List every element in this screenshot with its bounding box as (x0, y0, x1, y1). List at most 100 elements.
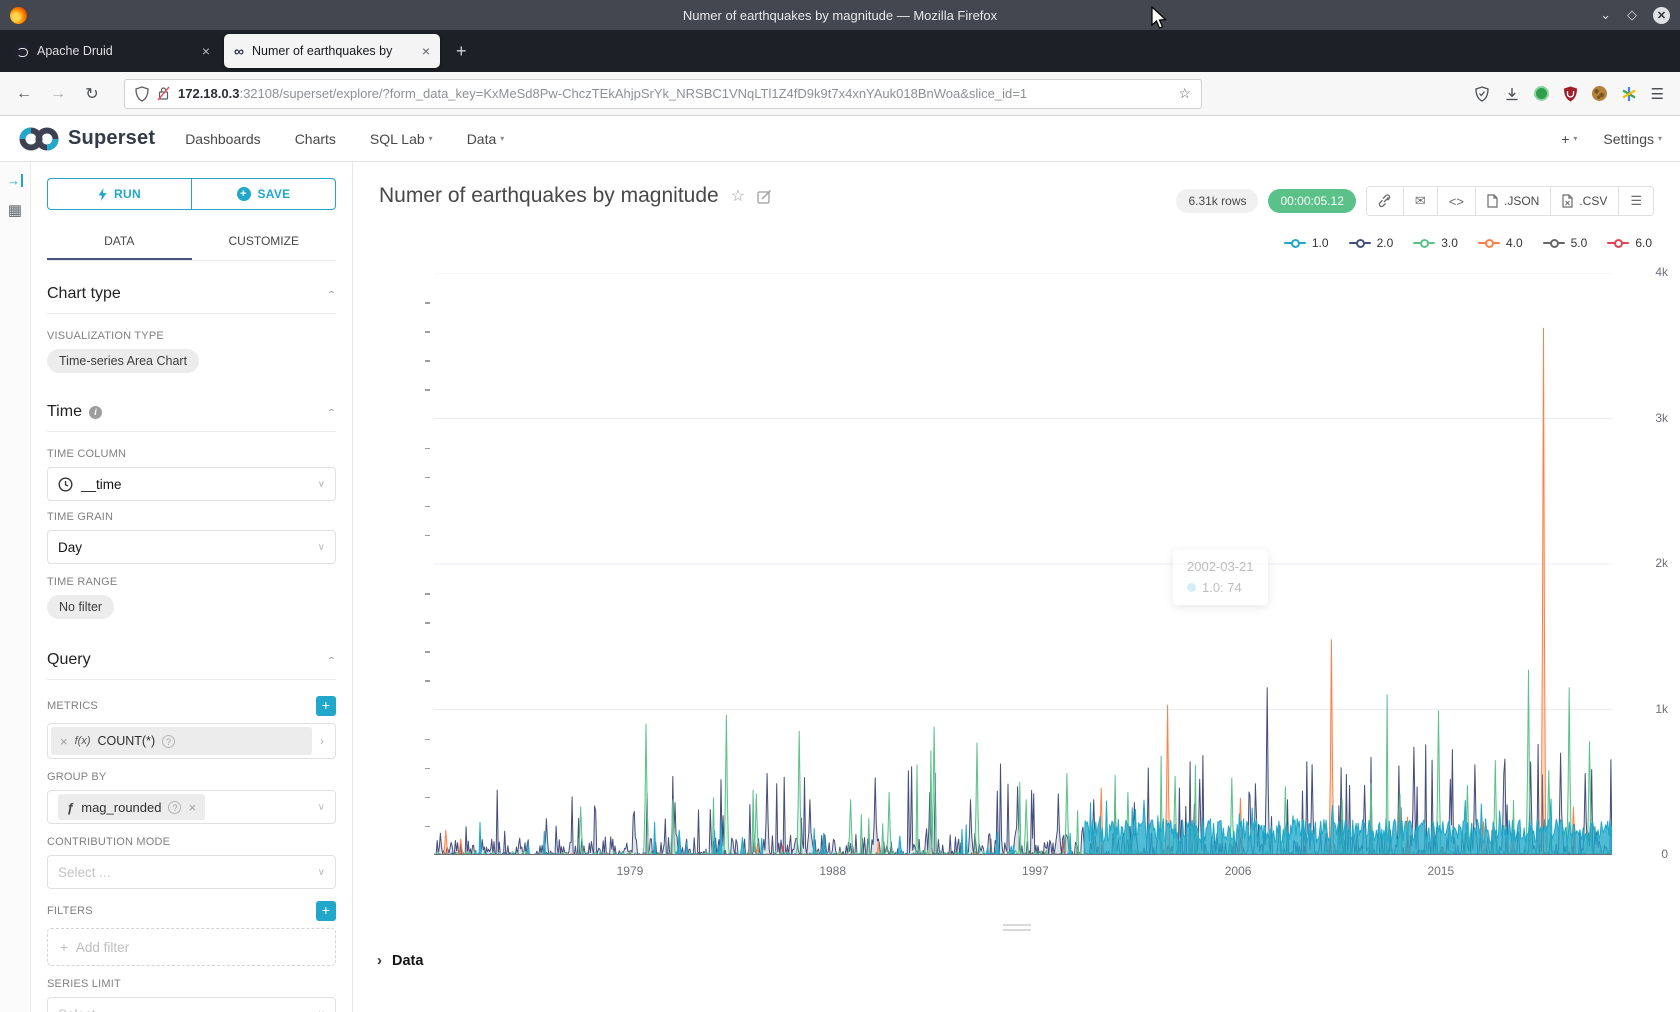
tooltip-date: 2002-03-21 (1187, 559, 1254, 574)
results-drag-handle[interactable] (1003, 924, 1031, 934)
shield-check-icon[interactable] (1474, 86, 1490, 102)
tab-customize[interactable]: CUSTOMIZE (192, 222, 337, 260)
window-close-button[interactable]: ✕ (1653, 7, 1670, 24)
chevron-down-icon: ∨ (318, 479, 325, 490)
url-bar[interactable]: 172.18.0.3:32108/superset/explore/?form_… (124, 79, 1202, 109)
nav-item-charts[interactable]: Charts (295, 131, 336, 147)
contribution-placeholder: Select ... (58, 865, 111, 880)
save-button[interactable]: + SAVE (191, 178, 336, 210)
data-section-label: Data (392, 953, 423, 969)
run-button[interactable]: RUN (47, 178, 191, 210)
time-column-value: __time (81, 477, 122, 492)
mouse-cursor-icon (1150, 6, 1170, 32)
control-panel: RUN + SAVE DATA CUSTOMIZE Chart type ⌃ V… (31, 162, 353, 1012)
group-by-select[interactable]: ƒ mag_rounded ? × ∨ (47, 790, 336, 824)
metrics-label: METRICS + (47, 696, 336, 716)
back-button[interactable]: ← (10, 85, 38, 103)
remove-metric-icon[interactable]: × (60, 734, 68, 749)
url-text: 172.18.0.3:32108/superset/explore/?form_… (178, 86, 1170, 101)
bookmark-star-icon[interactable]: ☆ (1178, 85, 1191, 102)
add-filter-dropzone[interactable]: + Add filter (47, 928, 336, 966)
chevron-down-icon: ▾ (500, 134, 504, 143)
time-grain-label: TIME GRAIN (47, 511, 336, 523)
y-axis-minor-tick (425, 680, 430, 682)
add-new-button[interactable]: +▾ (1561, 131, 1577, 147)
colorful-asterisk-extension-icon[interactable] (1621, 86, 1637, 102)
chevron-down-icon: ▾ (429, 134, 433, 143)
y-axis-minor-tick (425, 506, 430, 508)
tab-data[interactable]: DATA (47, 222, 192, 260)
insecure-lock-icon[interactable] (157, 86, 170, 101)
contribution-mode-select[interactable]: Select ... ∨ (47, 855, 336, 889)
extension-green-icon[interactable] (1534, 86, 1549, 101)
group-by-chip[interactable]: ƒ mag_rounded ? × (58, 794, 205, 820)
reload-button[interactable]: ↻ (78, 84, 106, 104)
data-section-toggle[interactable]: › Data (377, 952, 423, 969)
cookie-extension-icon[interactable] (1592, 86, 1607, 101)
chevron-right-icon: › (377, 952, 382, 969)
tab-close-icon[interactable]: × (422, 43, 430, 59)
x-axis-tick-label: 1997 (1010, 864, 1060, 878)
superset-brand[interactable]: Superset (18, 126, 155, 152)
brand-name: Superset (68, 127, 155, 150)
help-icon: ? (168, 801, 181, 814)
x-axis-tick-label: 1988 (808, 864, 858, 878)
tab-apache-druid[interactable]: Apache Druid × (4, 34, 220, 68)
tracking-shield-icon[interactable] (135, 86, 149, 102)
y-axis-minor-tick (425, 826, 430, 828)
firefox-logo-icon (10, 7, 27, 24)
y-axis-minor-tick (425, 448, 430, 450)
metric-chip-count[interactable]: × f(x) COUNT(*) ? (51, 727, 312, 755)
expand-datasource-icon[interactable]: → (7, 174, 23, 187)
add-metric-button[interactable]: + (316, 696, 336, 716)
contribution-mode-label: CONTRIBUTION MODE (47, 836, 336, 848)
chevron-right-icon[interactable]: › (312, 734, 332, 748)
time-range-value[interactable]: No filter (47, 595, 114, 619)
time-column-label: TIME COLUMN (47, 448, 336, 460)
chevron-down-icon: ▾ (1573, 134, 1577, 143)
add-filter-plus-button[interactable]: + (316, 901, 336, 921)
superset-navbar: Superset Dashboards Charts SQL Lab▾ Data… (0, 116, 1680, 162)
tab-label: Apache Druid (37, 44, 194, 58)
section-query[interactable]: Query ⌃ (47, 651, 336, 680)
ublock-shield-icon[interactable] (1563, 86, 1578, 102)
section-chart-type[interactable]: Chart type ⌃ (47, 285, 336, 314)
time-column-select[interactable]: __time ∨ (47, 467, 336, 501)
x-axis-tick-label: 2015 (1416, 864, 1466, 878)
series-limit-label: SERIES LIMIT (47, 978, 336, 990)
dataset-grid-icon[interactable]: ▦ (8, 203, 22, 218)
series-limit-placeholder: Select ... (58, 1007, 111, 1012)
remove-group-by-icon[interactable]: × (188, 800, 196, 815)
x-axis-tick-label: 2006 (1213, 864, 1263, 878)
window-title: Numer of earthquakes by magnitude — Mozi… (0, 8, 1680, 23)
chart-plot-area[interactable]: 01k2k3k4k 19791988199720062015 2002-03-2… (353, 162, 1680, 1012)
section-time[interactable]: Time i ⌃ (47, 403, 336, 432)
download-icon[interactable] (1504, 86, 1520, 102)
new-tab-button[interactable]: + (444, 41, 479, 62)
series-limit-select[interactable]: Select ... ∨ (47, 997, 336, 1012)
nav-item-sql-lab[interactable]: SQL Lab▾ (370, 131, 433, 147)
window-maximize-button[interactable]: ◇ (1627, 7, 1637, 23)
druid-favicon-icon (14, 44, 29, 59)
tab-earthquakes-active[interactable]: ∞ Numer of earthquakes by × (224, 34, 440, 68)
forward-button[interactable]: → (44, 85, 72, 103)
left-rail: → ▦ (0, 162, 31, 1012)
y-axis-minor-tick (425, 797, 430, 799)
bolt-icon (98, 188, 107, 201)
group-by-label: GROUP BY (47, 771, 336, 783)
y-axis-minor-tick (425, 389, 430, 391)
window-minimize-button[interactable]: ⌄ (1600, 7, 1611, 23)
superset-logo-icon (18, 126, 60, 152)
nav-item-dashboards[interactable]: Dashboards (185, 131, 261, 147)
nav-item-data[interactable]: Data▾ (467, 131, 505, 147)
tab-close-icon[interactable]: × (202, 43, 210, 59)
time-grain-select[interactable]: Day ∨ (47, 530, 336, 564)
viz-type-value[interactable]: Time-series Area Chart (47, 349, 199, 373)
browser-menu-icon[interactable]: ☰ (1651, 85, 1664, 103)
chevron-up-icon: ⌃ (327, 407, 336, 417)
settings-menu[interactable]: Settings▾ (1603, 131, 1662, 147)
help-icon: ? (162, 735, 175, 748)
browser-tab-bar: Apache Druid × ∞ Numer of earthquakes by… (0, 30, 1680, 72)
tooltip-series-dot (1187, 583, 1196, 592)
time-grain-value: Day (58, 540, 82, 555)
